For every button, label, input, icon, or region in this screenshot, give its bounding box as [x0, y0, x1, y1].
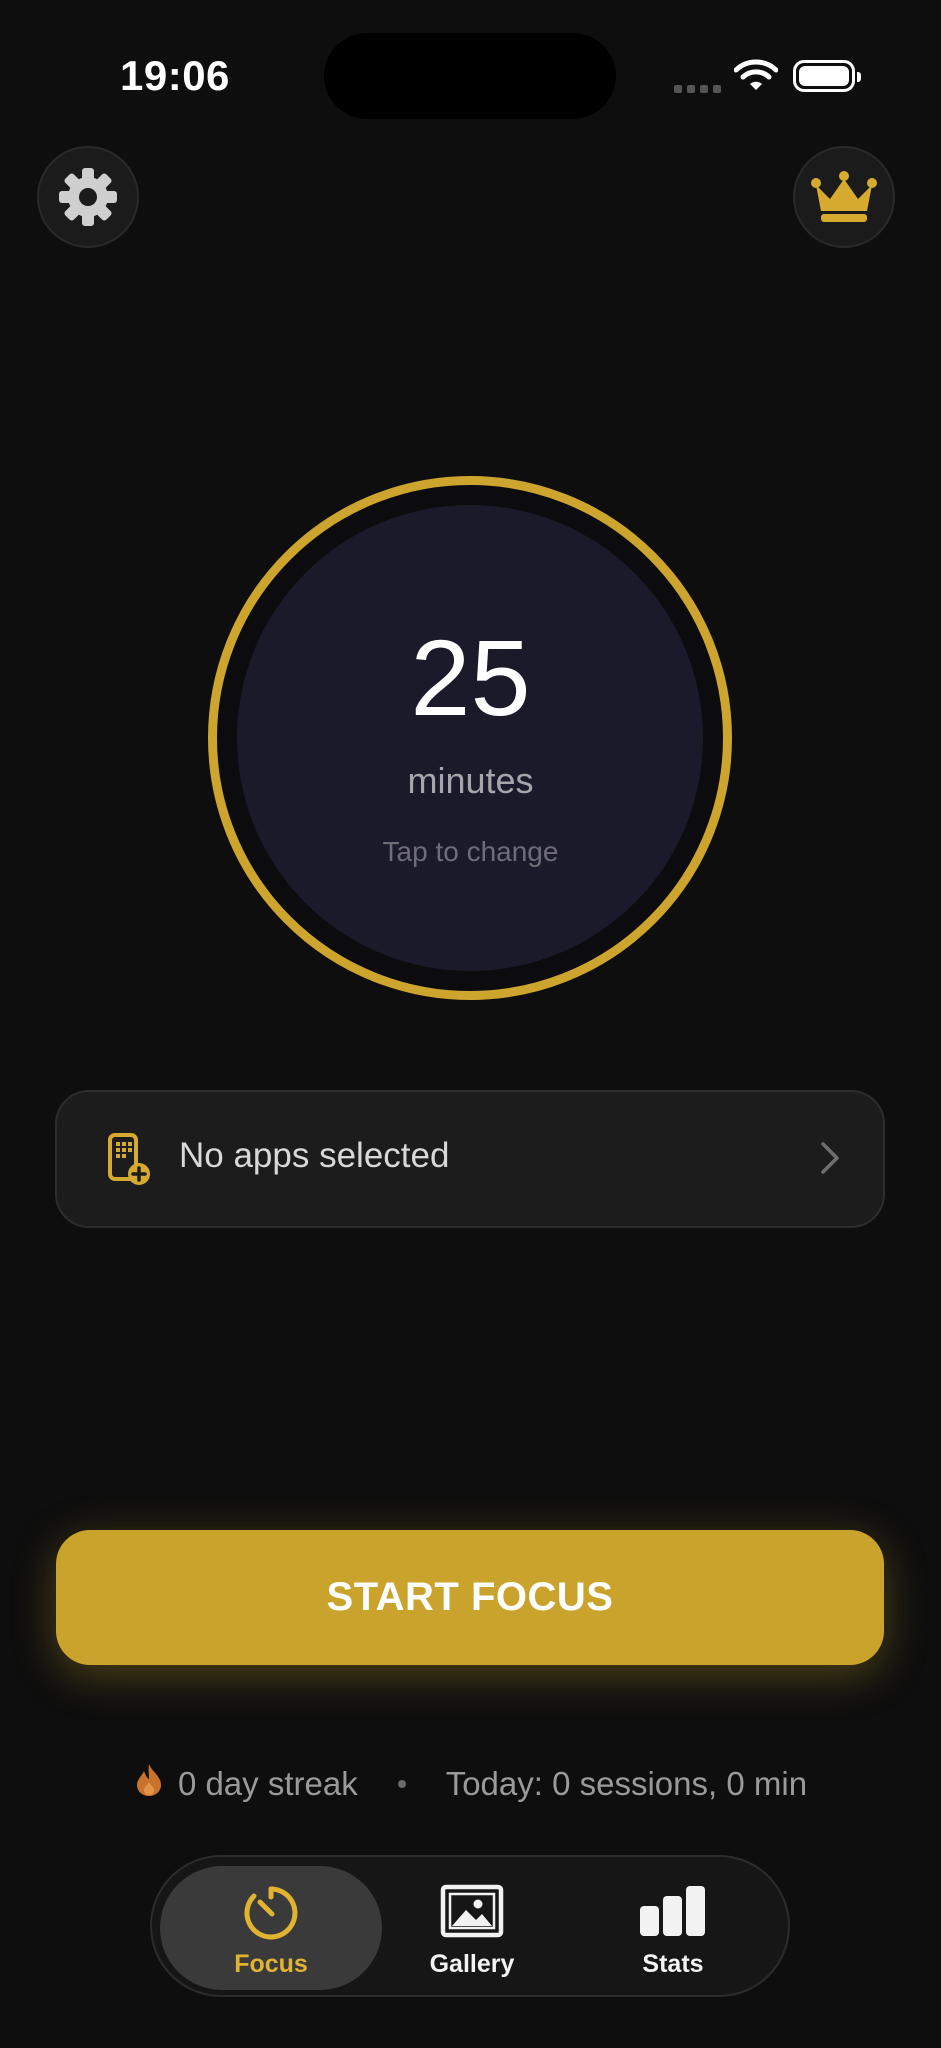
timer-minutes-value[interactable]: 25 — [0, 618, 941, 738]
timer-icon — [160, 1884, 382, 1942]
timer-unit-label: minutes — [407, 760, 534, 801]
select-apps-button[interactable]: No apps selected — [55, 1090, 885, 1228]
tab-gallery-label: Gallery — [429, 1950, 515, 1978]
start-focus-button[interactable]: START FOCUS — [56, 1530, 884, 1665]
separator-dot — [397, 1780, 406, 1788]
tab-bar: Focus Gallery Stats — [150, 1855, 790, 1997]
crown-icon — [811, 171, 877, 222]
cellular-signal-icon — [674, 80, 726, 98]
tab-gallery[interactable]: Gallery — [361, 1866, 583, 1990]
image-icon — [361, 1884, 583, 1938]
tab-stats-label: Stats — [642, 1950, 704, 1978]
settings-button[interactable] — [37, 146, 139, 248]
wifi-icon — [733, 58, 779, 97]
bar-chart-icon — [562, 1884, 784, 1936]
status-time: 19:06 — [120, 52, 230, 99]
tab-stats[interactable]: Stats — [562, 1866, 784, 1990]
timer-dial[interactable] — [237, 505, 703, 971]
streak-text: 0 day streak — [177, 1765, 358, 1802]
apps-label: No apps selected — [179, 1136, 450, 1175]
tab-focus-label: Focus — [234, 1950, 308, 1978]
stats-summary: 0 day streak Today: 0 sessions, 0 min — [0, 1762, 941, 1806]
chevron-right-icon — [819, 1140, 841, 1181]
premium-button[interactable] — [793, 146, 895, 248]
tab-focus[interactable]: Focus — [160, 1866, 382, 1990]
timer-hint: Tap to change — [382, 836, 559, 867]
dynamic-island — [324, 33, 616, 119]
today-summary-text: Today: 0 sessions, 0 min — [445, 1765, 808, 1802]
gear-icon — [59, 168, 117, 226]
battery-icon — [793, 60, 861, 92]
app-add-icon — [107, 1132, 151, 1191]
flame-icon — [134, 1762, 164, 1806]
